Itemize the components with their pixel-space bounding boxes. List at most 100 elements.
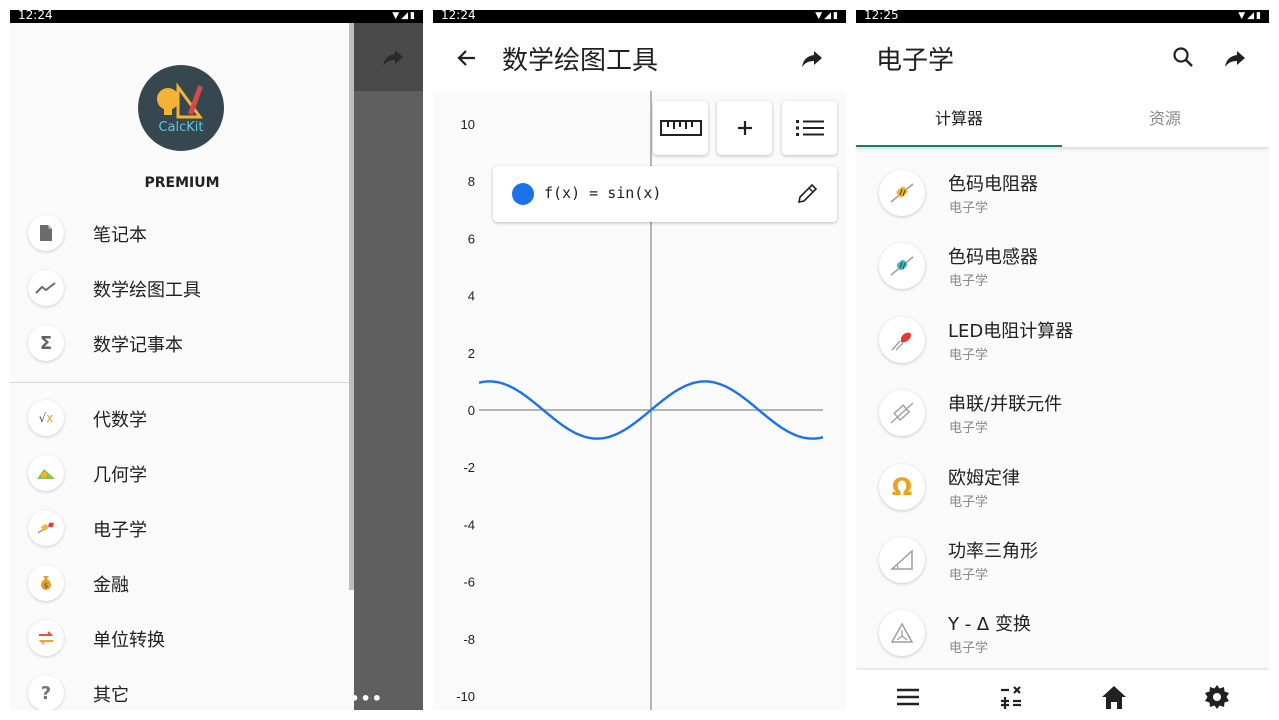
status-icons: ▼◢▮ [1238, 11, 1263, 21]
electronics-screen: 12:25 ▼◢▮ 电子学 计算器 资源 色码电阻器 电子学 色码电感器 电子学 [856, 10, 1269, 710]
y-tick-label: 10 [461, 117, 475, 132]
inductor-icon [879, 243, 925, 289]
calckit-logo: CalcKit [138, 65, 224, 151]
list-item-subtitle: 电子学 [949, 495, 989, 510]
list-item-subtitle: 电子学 [949, 201, 989, 216]
ruler-button[interactable] [653, 101, 708, 155]
drawer-item-finance[interactable]: $ 金融 [10, 557, 354, 609]
drawer-item-label: 数学绘图工具 [93, 280, 201, 301]
geometry-icon [28, 455, 64, 491]
list-item-subtitle: 电子学 [949, 421, 989, 436]
list-item-subtitle: 电子学 [949, 568, 989, 583]
drawer-item-notebook[interactable]: 笔记本 [10, 207, 354, 259]
money-bag-icon: $ [28, 565, 64, 601]
status-icons: ▼◢▮ [392, 11, 417, 21]
share-icon[interactable] [381, 45, 405, 69]
y-tick-label: 4 [468, 289, 475, 304]
drawer-item-label: 金融 [93, 575, 129, 596]
drawer-screen: 12:24 ▼◢▮ ••• CalcKit PREMIUM 笔记本 数学绘图工具… [10, 10, 423, 710]
list-item-ohms-law[interactable]: Ω 欧姆定律 电子学 [856, 454, 1269, 527]
drawer-item-other[interactable]: ? 其它 [10, 667, 354, 710]
y-tick-label: -10 [456, 689, 475, 704]
status-time: 12:24 [441, 10, 476, 22]
function-list-button[interactable] [782, 101, 837, 155]
list-item-subtitle: 电子学 [949, 274, 989, 289]
home-icon[interactable] [1101, 684, 1127, 710]
page-title: 电子学 [876, 46, 955, 76]
drawer-scrollbar[interactable] [349, 23, 354, 590]
list-item-power-triangle[interactable]: 功率三角形 电子学 [856, 527, 1269, 600]
omega-icon: Ω [879, 464, 925, 510]
led-icon [879, 317, 925, 363]
drawer-item-label: 笔记本 [93, 225, 147, 246]
status-time: 12:24 [18, 10, 53, 22]
drawer-item-math-plotter[interactable]: 数学绘图工具 [10, 262, 354, 314]
status-icons: ▼◢▮ [815, 11, 840, 21]
status-time: 12:25 [864, 10, 899, 22]
function-card[interactable]: f(x) = sin(x) [493, 166, 837, 222]
list-item-led-resistor[interactable]: LED电阻计算器 电子学 [856, 307, 1269, 380]
plotter-screen: 12:24 ▼◢▮ 数学绘图工具 10 8 6 4 2 0 -2 -4 -6 -8 -10 [433, 10, 846, 710]
more-dots[interactable]: ••• [349, 689, 383, 708]
drawer-item-label: 代数学 [93, 410, 147, 431]
drawer-item-unit-conversion[interactable]: 单位转换 [10, 612, 354, 664]
settings-icon[interactable] [1204, 684, 1230, 710]
trend-line-icon [28, 270, 64, 306]
list-item-title: LED电阻计算器 [948, 321, 1074, 342]
drawer-item-electronics[interactable]: 电子学 [10, 502, 354, 554]
drawer-divider [10, 382, 354, 383]
tab-bar: 计算器 资源 [856, 91, 1269, 147]
back-arrow-icon[interactable] [455, 46, 479, 70]
drawer-item-math-notepad[interactable]: Σ 数学记事本 [10, 317, 354, 369]
list-item-color-code-inductor[interactable]: 色码电感器 电子学 [856, 233, 1269, 306]
list-item-subtitle: 电子学 [949, 641, 989, 656]
y-tick-label: 6 [468, 231, 475, 246]
menu-icon[interactable] [895, 684, 921, 710]
y-tick-label: -4 [463, 517, 475, 532]
y-tick-label: 2 [468, 346, 475, 361]
list-item-y-delta[interactable]: Y - Δ 变换 电子学 [856, 600, 1269, 673]
drawer-item-label: 几何学 [93, 465, 147, 486]
list-item-series-parallel[interactable]: 串联/并联元件 电子学 [856, 380, 1269, 453]
sqrt-x-icon: √ x [28, 400, 64, 436]
list-item-title: Y - Δ 变换 [948, 614, 1031, 635]
app-bar: 数学绘图工具 [433, 23, 846, 91]
plus-icon [737, 121, 752, 135]
drawer-item-label: 其它 [93, 685, 129, 706]
bottom-navigation [856, 670, 1269, 710]
y-tick-label: -2 [463, 460, 475, 475]
premium-badge: PREMIUM [144, 175, 220, 191]
list-item-title: 功率三角形 [948, 541, 1038, 562]
search-icon[interactable] [1171, 45, 1195, 69]
drawer-item-label: 电子学 [93, 520, 147, 541]
tab-calculators[interactable]: 计算器 [856, 91, 1062, 147]
list-item-title: 串联/并联元件 [948, 394, 1063, 415]
drawer-item-algebra[interactable]: √ x 代数学 [10, 392, 354, 444]
page-title: 数学绘图工具 [502, 46, 659, 76]
share-icon[interactable] [1223, 46, 1247, 70]
drawer-item-geometry[interactable]: 几何学 [10, 447, 354, 499]
function-expression: f(x) = sin(x) [544, 184, 662, 202]
convert-arrows-icon [28, 620, 64, 656]
ruler-icon [659, 120, 702, 136]
function-color-dot[interactable] [512, 183, 534, 205]
svg-text:$: $ [44, 582, 48, 590]
drawer-item-label: 数学记事本 [93, 335, 183, 356]
list-item-subtitle: 电子学 [949, 348, 989, 363]
tab-indicator [856, 145, 1062, 147]
status-bar: 12:25 ▼◢▮ [856, 10, 1269, 23]
pencil-icon[interactable] [795, 182, 819, 206]
question-icon: ? [28, 675, 64, 710]
drawer-item-label: 单位转换 [93, 630, 165, 651]
series-parallel-icon [879, 390, 925, 436]
app-bar: 电子学 [856, 23, 1269, 91]
calculator-icon[interactable] [998, 684, 1024, 710]
list-item-color-code-resistor[interactable]: 色码电阻器 电子学 [856, 160, 1269, 233]
sigma-icon: Σ [28, 325, 64, 361]
add-function-button[interactable] [717, 101, 772, 155]
status-bar: 12:24 ▼◢▮ [433, 10, 846, 23]
share-icon[interactable] [800, 46, 824, 70]
tab-resources[interactable]: 资源 [1062, 91, 1268, 147]
navigation-drawer: CalcKit PREMIUM 笔记本 数学绘图工具 Σ 数学记事本 √ x 代数… [10, 23, 354, 710]
list-item-title: 欧姆定律 [948, 468, 1020, 489]
